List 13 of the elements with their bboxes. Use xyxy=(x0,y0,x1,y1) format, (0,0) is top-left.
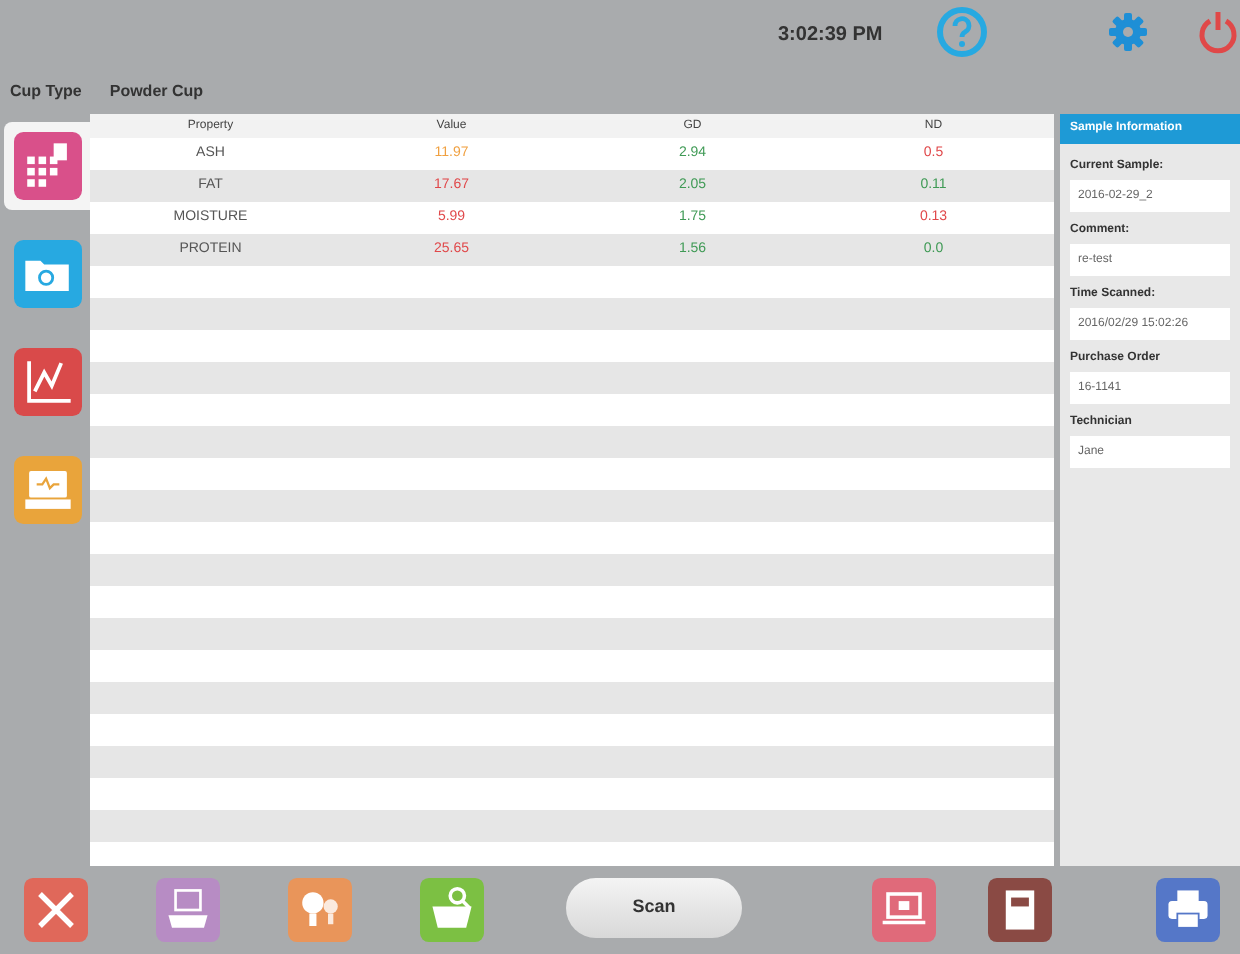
basket-icon[interactable] xyxy=(420,878,484,942)
light-bulb-icon[interactable] xyxy=(288,878,352,942)
cup-type-label: Cup Type xyxy=(10,80,82,104)
scan-button[interactable]: Scan xyxy=(566,878,742,938)
book-icon[interactable] xyxy=(988,878,1052,942)
scanner-icon[interactable] xyxy=(156,878,220,942)
clock-time: 3:02:39 PM xyxy=(778,22,883,50)
printer-icon[interactable] xyxy=(1156,878,1220,942)
power-icon[interactable] xyxy=(1198,10,1238,54)
cup-type-value: Powder Cup xyxy=(109,80,204,104)
tools-icon[interactable] xyxy=(24,878,88,942)
settings-icon[interactable] xyxy=(1108,12,1148,52)
laptop-icon[interactable] xyxy=(872,878,936,942)
